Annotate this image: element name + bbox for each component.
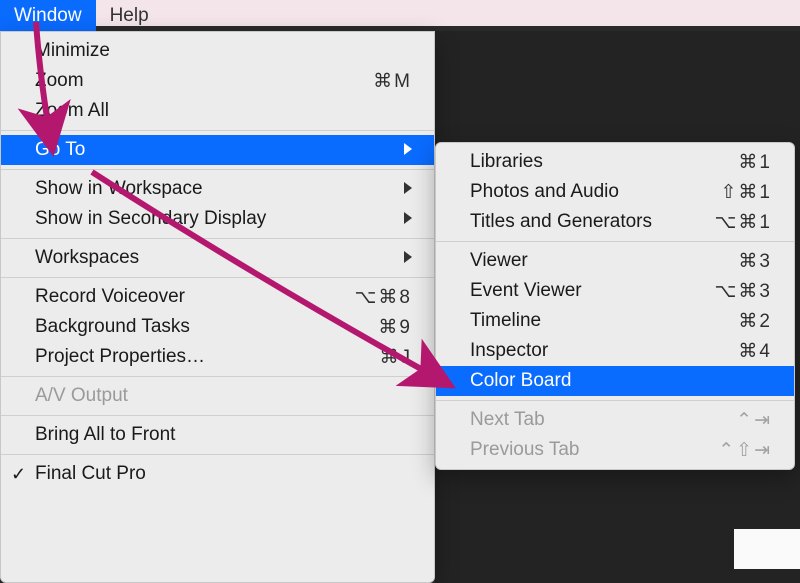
submenu-timeline[interactable]: Timeline ⌘2 (436, 306, 794, 336)
submenu-chevron-icon (400, 247, 412, 269)
menu-label: Titles and Generators (470, 211, 715, 233)
menu-show-secondary[interactable]: Show in Secondary Display (1, 204, 434, 234)
menu-label: Show in Secondary Display (35, 208, 400, 230)
menu-label: Record Voiceover (35, 286, 355, 308)
panel-fragment (734, 529, 800, 569)
menu-shortcut: ⌘4 (738, 340, 772, 363)
submenu-next-tab: Next Tab ⌃⇥ (436, 405, 794, 435)
menu-shortcut: ⌥⌘1 (715, 211, 772, 234)
menu-shortcut: ⌥⌘3 (715, 280, 772, 303)
go-to-submenu: Libraries ⌘1 Photos and Audio ⇧⌘1 Titles… (435, 142, 795, 470)
menu-shortcut: ⌃⇧⇥ (718, 439, 772, 462)
submenu-chevron-icon (400, 178, 412, 200)
menu-workspaces[interactable]: Workspaces (1, 243, 434, 273)
menu-label: Project Properties… (35, 346, 380, 368)
checkmark-icon: ✓ (11, 464, 26, 485)
menu-label: Color Board (470, 370, 772, 392)
submenu-titles-generators[interactable]: Titles and Generators ⌥⌘1 (436, 207, 794, 237)
menu-label: Background Tasks (35, 316, 378, 338)
menu-separator (1, 130, 434, 131)
submenu-event-viewer[interactable]: Event Viewer ⌥⌘3 (436, 276, 794, 306)
menu-label: Zoom (35, 70, 373, 92)
menu-label: Libraries (470, 151, 738, 173)
menu-separator (1, 454, 434, 455)
menu-label: Photos and Audio (470, 181, 721, 203)
menu-separator (1, 376, 434, 377)
menu-shortcut: ⌘1 (738, 151, 772, 174)
submenu-viewer[interactable]: Viewer ⌘3 (436, 246, 794, 276)
menu-final-cut-pro[interactable]: ✓ Final Cut Pro (1, 459, 434, 489)
menu-record-voiceover[interactable]: Record Voiceover ⌥⌘8 (1, 282, 434, 312)
menu-separator (1, 238, 434, 239)
menu-label: Minimize (35, 40, 412, 62)
submenu-previous-tab: Previous Tab ⌃⇧⇥ (436, 435, 794, 465)
menu-separator (436, 400, 794, 401)
menu-label: Final Cut Pro (35, 463, 412, 485)
menu-separator (1, 169, 434, 170)
menu-label: A/V Output (35, 385, 412, 407)
menu-shortcut: ⌘J (380, 346, 413, 369)
menu-av-output: A/V Output (1, 381, 434, 411)
menu-project-properties[interactable]: Project Properties… ⌘J (1, 342, 434, 372)
window-menu: Minimize Zoom ⌘M Zoom All Go To Show in … (0, 31, 435, 583)
menu-go-to[interactable]: Go To (1, 135, 434, 165)
menu-label: Previous Tab (470, 439, 718, 461)
submenu-libraries[interactable]: Libraries ⌘1 (436, 147, 794, 177)
menu-label: Next Tab (470, 409, 736, 431)
menu-shortcut: ⌘2 (738, 310, 772, 333)
menu-shortcut: ⌥⌘8 (355, 286, 412, 309)
menu-label: Event Viewer (470, 280, 715, 302)
menu-label: Timeline (470, 310, 738, 332)
menubar: Window Help (0, 0, 800, 31)
menu-label: Viewer (470, 250, 738, 272)
menu-label: Inspector (470, 340, 738, 362)
menu-label: Go To (35, 139, 400, 161)
submenu-photos-audio[interactable]: Photos and Audio ⇧⌘1 (436, 177, 794, 207)
menu-label: Bring All to Front (35, 424, 412, 446)
menu-bring-all-front[interactable]: Bring All to Front (1, 420, 434, 450)
menu-separator (1, 277, 434, 278)
menubar-help[interactable]: Help (96, 0, 163, 31)
menu-label: Workspaces (35, 247, 400, 269)
menu-zoom-all[interactable]: Zoom All (1, 96, 434, 126)
menu-shortcut: ⌘3 (738, 250, 772, 273)
menu-label: Show in Workspace (35, 178, 400, 200)
menu-shortcut: ⌘9 (378, 316, 412, 339)
submenu-chevron-icon (400, 139, 412, 161)
menubar-window[interactable]: Window (0, 0, 96, 31)
menu-label: Zoom All (35, 100, 412, 122)
menu-show-workspace[interactable]: Show in Workspace (1, 174, 434, 204)
menu-shortcut: ⌘M (373, 70, 412, 93)
menu-shortcut: ⇧⌘1 (721, 181, 773, 204)
menu-shortcut: ⌃⇥ (736, 409, 772, 432)
menu-minimize[interactable]: Minimize (1, 36, 434, 66)
menu-zoom[interactable]: Zoom ⌘M (1, 66, 434, 96)
submenu-color-board[interactable]: Color Board (436, 366, 794, 396)
submenu-inspector[interactable]: Inspector ⌘4 (436, 336, 794, 366)
menu-separator (1, 415, 434, 416)
menu-separator (436, 241, 794, 242)
menu-background-tasks[interactable]: Background Tasks ⌘9 (1, 312, 434, 342)
submenu-chevron-icon (400, 208, 412, 230)
